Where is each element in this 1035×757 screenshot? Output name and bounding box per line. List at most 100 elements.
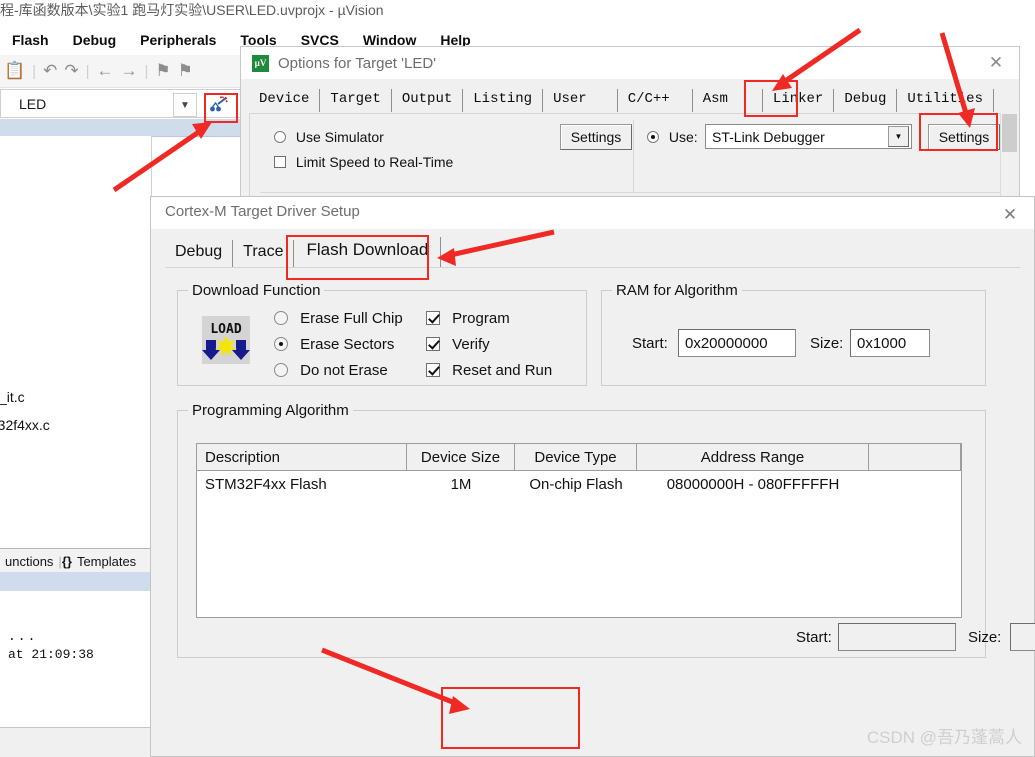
algorithm-size-input[interactable] bbox=[1010, 623, 1035, 651]
console-line: ... bbox=[8, 629, 38, 644]
ram-size-input[interactable]: 0x1000 bbox=[850, 329, 930, 357]
ram-size-value: 0x1000 bbox=[857, 334, 907, 352]
undo-icon[interactable]: ↶ bbox=[43, 61, 57, 81]
checkbox-icon[interactable] bbox=[274, 156, 286, 169]
checkbox-icon[interactable] bbox=[426, 311, 440, 326]
download-function-group: Download Function LOAD Erase Full Chip E… bbox=[177, 282, 587, 386]
menu-item-flash[interactable]: Flash bbox=[0, 32, 61, 48]
download-function-title: Download Function bbox=[188, 282, 325, 299]
checkbox-icon[interactable] bbox=[426, 363, 440, 378]
radio-icon[interactable] bbox=[274, 337, 288, 352]
tab-target[interactable]: Target bbox=[320, 89, 392, 112]
tab-under-area bbox=[0, 591, 151, 608]
algorithm-start-input[interactable] bbox=[838, 623, 956, 651]
panel-rule bbox=[260, 192, 1000, 193]
cortex-m-target-driver-setup-dialog: Cortex-M Target Driver Setup ✕ Debug Tra… bbox=[150, 196, 1035, 757]
tab-trace[interactable]: Trace bbox=[233, 240, 295, 267]
debugger-select-value: ST-Link Debugger bbox=[712, 128, 825, 145]
debugger-settings-button[interactable]: Settings bbox=[928, 124, 1000, 150]
project-selection-strip bbox=[0, 119, 244, 137]
tab-output[interactable]: Output bbox=[392, 89, 464, 112]
algorithm-start-label: Start: bbox=[796, 629, 832, 646]
table-row[interactable]: STM32F4xx Flash 1M On-chip Flash 0800000… bbox=[197, 471, 961, 497]
tab-linker[interactable]: Linker bbox=[763, 89, 835, 112]
paste-icon[interactable]: 📋 bbox=[4, 61, 25, 81]
tab-cpp[interactable]: C/C++ bbox=[618, 89, 693, 112]
cell-description: STM32F4xx Flash bbox=[205, 475, 327, 493]
cortex-tabbar: Debug Trace Flash Download bbox=[165, 235, 442, 267]
project-pane-tabbar: unctions | {} Templates bbox=[0, 548, 151, 574]
bookmark-next-icon[interactable]: ⚑ bbox=[178, 61, 193, 81]
ram-start-input[interactable]: 0x20000000 bbox=[678, 329, 796, 357]
close-icon[interactable]: ✕ bbox=[996, 204, 1024, 226]
tab-device[interactable]: Device bbox=[249, 89, 321, 112]
tab-selection-strip bbox=[0, 572, 151, 591]
project-file-item[interactable]: x_it.c bbox=[0, 389, 25, 405]
tab-templates[interactable]: Templates bbox=[72, 554, 141, 569]
tab-user[interactable]: User bbox=[543, 89, 618, 112]
ide-toolbar: 📋 | ↶ ↷ | ← → | ⚑ ⚑ bbox=[0, 55, 250, 88]
column-header-description[interactable]: Description bbox=[197, 444, 407, 470]
radio-icon[interactable] bbox=[647, 131, 659, 144]
debugger-settings-label: Settings bbox=[938, 129, 990, 145]
limit-speed-label: Limit Speed to Real-Time bbox=[295, 154, 454, 171]
erase-sectors-label: Erase Sectors bbox=[300, 335, 395, 353]
column-header-address-range[interactable]: Address Range bbox=[637, 444, 869, 470]
verify-label: Verify bbox=[452, 335, 490, 353]
programming-algorithm-table[interactable]: Description Device Size Device Type Addr… bbox=[196, 443, 962, 618]
radio-icon[interactable] bbox=[274, 131, 286, 144]
table-header-row: Description Device Size Device Type Addr… bbox=[197, 444, 961, 471]
tab-utilities[interactable]: Utilities bbox=[897, 89, 994, 112]
use-label: Use: bbox=[668, 129, 698, 146]
configuration-wizard-icon[interactable] bbox=[207, 94, 229, 115]
tab-listing[interactable]: Listing bbox=[463, 89, 544, 112]
forward-icon[interactable]: → bbox=[120, 61, 137, 81]
tab-flash-download[interactable]: Flash Download bbox=[294, 237, 442, 267]
project-file-item[interactable]: m32f4xx.c bbox=[0, 417, 50, 433]
use-debugger-option[interactable]: Use: bbox=[647, 128, 698, 145]
radio-icon[interactable] bbox=[274, 311, 288, 326]
erase-sectors-option[interactable]: Erase Sectors bbox=[274, 335, 394, 353]
column-header-device-type[interactable]: Device Type bbox=[515, 444, 637, 470]
ram-for-algorithm-group: RAM for Algorithm Start: 0x20000000 Size… bbox=[601, 282, 986, 386]
ram-start-value: 0x20000000 bbox=[685, 334, 768, 352]
menu-item-peripherals[interactable]: Peripherals bbox=[128, 32, 228, 48]
redo-icon[interactable]: ↷ bbox=[64, 61, 78, 81]
chevron-down-icon[interactable]: ▼ bbox=[173, 93, 197, 117]
tab-asm[interactable]: Asm bbox=[693, 89, 763, 112]
column-header-device-size[interactable]: Device Size bbox=[407, 444, 515, 470]
target-combo-value[interactable]: LED bbox=[19, 96, 46, 112]
scrollbar-thumb[interactable] bbox=[1002, 114, 1017, 152]
cortex-dialog-title: Cortex-M Target Driver Setup bbox=[165, 203, 360, 220]
tab-debug[interactable]: Debug bbox=[165, 240, 234, 267]
close-icon[interactable]: ✕ bbox=[973, 47, 1019, 79]
bookmark-icon[interactable]: ⚑ bbox=[155, 61, 170, 81]
chevron-down-icon[interactable]: ▼ bbox=[888, 126, 909, 147]
build-output-pane: ... at 21:09:38 bbox=[0, 607, 152, 727]
debugger-select[interactable]: ST-Link Debugger ▼ bbox=[705, 124, 912, 149]
tab-functions[interactable]: unctions bbox=[0, 554, 58, 569]
options-scrollbar[interactable] bbox=[1000, 113, 1018, 197]
templates-icon: {} bbox=[61, 553, 72, 569]
do-not-erase-option[interactable]: Do not Erase bbox=[274, 361, 388, 379]
menu-item-debug[interactable]: Debug bbox=[61, 32, 129, 48]
program-option[interactable]: Program bbox=[426, 309, 510, 327]
program-label: Program bbox=[452, 309, 510, 327]
algorithm-size-label: Size: bbox=[968, 629, 1002, 646]
toolbar-separator: | bbox=[144, 62, 149, 80]
reset-and-run-option[interactable]: Reset and Run bbox=[426, 361, 552, 379]
limit-speed-option[interactable]: Limit Speed to Real-Time bbox=[274, 153, 453, 170]
cell-device-size: 1M bbox=[450, 475, 472, 493]
verify-option[interactable]: Verify bbox=[426, 335, 490, 353]
console-line: at 21:09:38 bbox=[8, 647, 94, 662]
back-icon[interactable]: ← bbox=[96, 61, 113, 81]
simulator-settings-button[interactable]: Settings bbox=[560, 124, 632, 150]
tab-debug[interactable]: Debug bbox=[834, 89, 898, 112]
keil-logo-icon: µV bbox=[252, 54, 269, 72]
checkbox-icon[interactable] bbox=[426, 337, 440, 352]
do-not-erase-label: Do not Erase bbox=[300, 361, 388, 379]
panel-divider bbox=[633, 120, 634, 192]
erase-full-chip-option[interactable]: Erase Full Chip bbox=[274, 309, 403, 327]
radio-icon[interactable] bbox=[274, 363, 288, 378]
use-simulator-option[interactable]: Use Simulator bbox=[274, 128, 384, 145]
